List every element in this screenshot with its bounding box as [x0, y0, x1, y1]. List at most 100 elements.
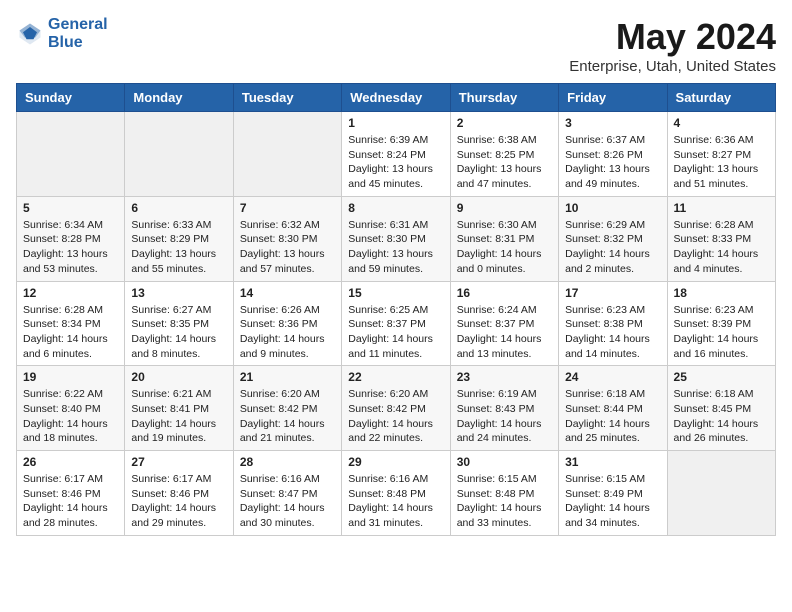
day-info: Sunrise: 6:29 AM Sunset: 8:32 PM Dayligh… — [565, 218, 660, 277]
day-info: Sunrise: 6:16 AM Sunset: 8:48 PM Dayligh… — [348, 472, 443, 531]
calendar-cell: 14 Sunrise: 6:26 AM Sunset: 8:36 PM Dayli… — [233, 281, 341, 366]
day-info: Sunrise: 6:21 AM Sunset: 8:41 PM Dayligh… — [131, 387, 226, 446]
day-info: Sunrise: 6:15 AM Sunset: 8:49 PM Dayligh… — [565, 472, 660, 531]
title-area: May 2024 Enterprise, Utah, United States — [569, 16, 776, 75]
weekday-header-wednesday: Wednesday — [342, 84, 450, 112]
day-info: Sunrise: 6:20 AM Sunset: 8:42 PM Dayligh… — [240, 387, 335, 446]
day-number: 10 — [565, 201, 660, 215]
day-info: Sunrise: 6:27 AM Sunset: 8:35 PM Dayligh… — [131, 303, 226, 362]
calendar-cell: 17 Sunrise: 6:23 AM Sunset: 8:38 PM Dayli… — [559, 281, 667, 366]
day-number: 2 — [457, 116, 552, 130]
day-number: 8 — [348, 201, 443, 215]
day-number: 17 — [565, 286, 660, 300]
day-info: Sunrise: 6:32 AM Sunset: 8:30 PM Dayligh… — [240, 218, 335, 277]
calendar-cell: 29 Sunrise: 6:16 AM Sunset: 8:48 PM Dayli… — [342, 451, 450, 536]
day-info: Sunrise: 6:15 AM Sunset: 8:48 PM Dayligh… — [457, 472, 552, 531]
day-info: Sunrise: 6:23 AM Sunset: 8:39 PM Dayligh… — [674, 303, 769, 362]
day-info: Sunrise: 6:24 AM Sunset: 8:37 PM Dayligh… — [457, 303, 552, 362]
location: Enterprise, Utah, United States — [569, 58, 776, 75]
day-number: 3 — [565, 116, 660, 130]
day-number: 1 — [348, 116, 443, 130]
weekday-header-thursday: Thursday — [450, 84, 558, 112]
day-info: Sunrise: 6:16 AM Sunset: 8:47 PM Dayligh… — [240, 472, 335, 531]
day-info: Sunrise: 6:28 AM Sunset: 8:33 PM Dayligh… — [674, 218, 769, 277]
day-number: 16 — [457, 286, 552, 300]
day-number: 18 — [674, 286, 769, 300]
day-number: 29 — [348, 455, 443, 469]
day-info: Sunrise: 6:18 AM Sunset: 8:45 PM Dayligh… — [674, 387, 769, 446]
calendar-cell: 3 Sunrise: 6:37 AM Sunset: 8:26 PM Daylig… — [559, 112, 667, 197]
day-info: Sunrise: 6:28 AM Sunset: 8:34 PM Dayligh… — [23, 303, 118, 362]
calendar-week-row: 19 Sunrise: 6:22 AM Sunset: 8:40 PM Dayli… — [17, 366, 776, 451]
calendar-cell: 6Sunrise: 6:33 AM Sunset: 8:29 PM Daylig… — [125, 196, 233, 281]
day-info: Sunrise: 6:19 AM Sunset: 8:43 PM Dayligh… — [457, 387, 552, 446]
calendar-cell: 28 Sunrise: 6:16 AM Sunset: 8:47 PM Dayli… — [233, 451, 341, 536]
calendar-cell: 18 Sunrise: 6:23 AM Sunset: 8:39 PM Dayli… — [667, 281, 775, 366]
day-number: 11 — [674, 201, 769, 215]
calendar-cell: 11 Sunrise: 6:28 AM Sunset: 8:33 PM Dayli… — [667, 196, 775, 281]
day-number: 28 — [240, 455, 335, 469]
calendar-cell: 12 Sunrise: 6:28 AM Sunset: 8:34 PM Dayli… — [17, 281, 125, 366]
header: General Blue May 2024 Enterprise, Utah, … — [16, 16, 776, 75]
day-number: 21 — [240, 370, 335, 384]
calendar-cell: 7 Sunrise: 6:32 AM Sunset: 8:30 PM Daylig… — [233, 196, 341, 281]
calendar-cell: 19 Sunrise: 6:22 AM Sunset: 8:40 PM Dayli… — [17, 366, 125, 451]
day-info: Sunrise: 6:30 AM Sunset: 8:31 PM Dayligh… — [457, 218, 552, 277]
weekday-header-monday: Monday — [125, 84, 233, 112]
weekday-header-saturday: Saturday — [667, 84, 775, 112]
day-number: 30 — [457, 455, 552, 469]
day-info: Sunrise: 6:25 AM Sunset: 8:37 PM Dayligh… — [348, 303, 443, 362]
day-info: Sunrise: 6:39 AM Sunset: 8:24 PM Dayligh… — [348, 133, 443, 192]
day-number: 23 — [457, 370, 552, 384]
weekday-header-row: SundayMondayTuesdayWednesdayThursdayFrid… — [17, 84, 776, 112]
calendar-cell: 20Sunrise: 6:21 AM Sunset: 8:41 PM Dayli… — [125, 366, 233, 451]
day-number: 24 — [565, 370, 660, 384]
calendar-week-row: 1 Sunrise: 6:39 AM Sunset: 8:24 PM Daylig… — [17, 112, 776, 197]
weekday-header-tuesday: Tuesday — [233, 84, 341, 112]
day-number: 5 — [23, 201, 118, 215]
day-number: 7 — [240, 201, 335, 215]
day-number: 31 — [565, 455, 660, 469]
day-info: Sunrise: 6:23 AM Sunset: 8:38 PM Dayligh… — [565, 303, 660, 362]
calendar-cell: 27 Sunrise: 6:17 AM Sunset: 8:46 PM Dayli… — [125, 451, 233, 536]
calendar-cell: 1 Sunrise: 6:39 AM Sunset: 8:24 PM Daylig… — [342, 112, 450, 197]
day-number: 13 — [131, 286, 226, 300]
day-info: Sunrise: 6:17 AM Sunset: 8:46 PM Dayligh… — [23, 472, 118, 531]
calendar-cell: 2 Sunrise: 6:38 AM Sunset: 8:25 PM Daylig… — [450, 112, 558, 197]
calendar-cell: 4 Sunrise: 6:36 AM Sunset: 8:27 PM Daylig… — [667, 112, 775, 197]
calendar-week-row: 12 Sunrise: 6:28 AM Sunset: 8:34 PM Dayli… — [17, 281, 776, 366]
day-number: 15 — [348, 286, 443, 300]
day-info: Sunrise: 6:38 AM Sunset: 8:25 PM Dayligh… — [457, 133, 552, 192]
calendar-cell: 10 Sunrise: 6:29 AM Sunset: 8:32 PM Dayli… — [559, 196, 667, 281]
calendar-cell — [125, 112, 233, 197]
weekday-header-friday: Friday — [559, 84, 667, 112]
calendar-cell: 26 Sunrise: 6:17 AM Sunset: 8:46 PM Dayli… — [17, 451, 125, 536]
calendar-cell: 16 Sunrise: 6:24 AM Sunset: 8:37 PM Dayli… — [450, 281, 558, 366]
month-title: May 2024 — [569, 16, 776, 58]
day-number: 19 — [23, 370, 118, 384]
day-number: 25 — [674, 370, 769, 384]
calendar-cell: 13 Sunrise: 6:27 AM Sunset: 8:35 PM Dayli… — [125, 281, 233, 366]
day-info: Sunrise: 6:36 AM Sunset: 8:27 PM Dayligh… — [674, 133, 769, 192]
day-info: Sunrise: 6:18 AM Sunset: 8:44 PM Dayligh… — [565, 387, 660, 446]
calendar-cell — [17, 112, 125, 197]
calendar-cell: 25 Sunrise: 6:18 AM Sunset: 8:45 PM Dayli… — [667, 366, 775, 451]
day-number: 9 — [457, 201, 552, 215]
day-number: 6 — [131, 201, 226, 215]
calendar: SundayMondayTuesdayWednesdayThursdayFrid… — [16, 83, 776, 536]
day-number: 4 — [674, 116, 769, 130]
day-info: Sunrise: 6:37 AM Sunset: 8:26 PM Dayligh… — [565, 133, 660, 192]
day-info: Sunrise: 6:34 AM Sunset: 8:28 PM Dayligh… — [23, 218, 118, 277]
day-number: 12 — [23, 286, 118, 300]
calendar-cell: 24 Sunrise: 6:18 AM Sunset: 8:44 PM Dayli… — [559, 366, 667, 451]
day-number: 27 — [131, 455, 226, 469]
calendar-cell: 21 Sunrise: 6:20 AM Sunset: 8:42 PM Dayli… — [233, 366, 341, 451]
day-info: Sunrise: 6:26 AM Sunset: 8:36 PM Dayligh… — [240, 303, 335, 362]
day-number: 14 — [240, 286, 335, 300]
day-info: Sunrise: 6:17 AM Sunset: 8:46 PM Dayligh… — [131, 472, 226, 531]
logo: General Blue — [16, 16, 108, 51]
day-info: Sunrise: 6:22 AM Sunset: 8:40 PM Dayligh… — [23, 387, 118, 446]
calendar-cell: 8Sunrise: 6:31 AM Sunset: 8:30 PM Daylig… — [342, 196, 450, 281]
day-number: 26 — [23, 455, 118, 469]
calendar-week-row: 5 Sunrise: 6:34 AM Sunset: 8:28 PM Daylig… — [17, 196, 776, 281]
